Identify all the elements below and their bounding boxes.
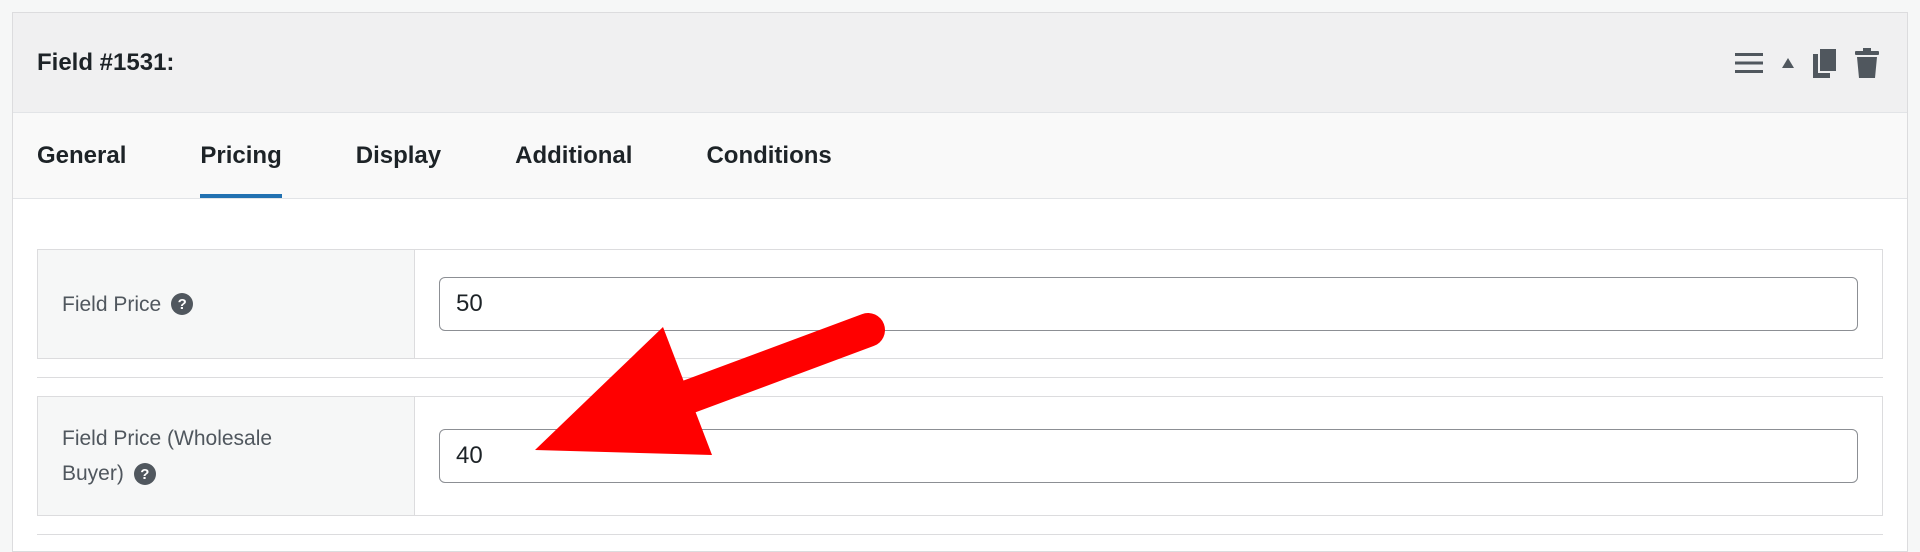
field-price-label: Field Price (62, 292, 162, 316)
field-title: Field #1531: (37, 48, 175, 76)
collapse-triangle-icon[interactable] (1781, 57, 1795, 69)
field-header: Field #1531: (13, 13, 1907, 113)
menu-icon[interactable] (1735, 52, 1763, 74)
header-actions (1735, 13, 1879, 113)
tab-pricing[interactable]: Pricing (200, 113, 283, 198)
wholesale-price-input-cell (415, 397, 1882, 515)
row-divider (37, 534, 1883, 535)
wholesale-price-input[interactable] (439, 429, 1858, 483)
field-price-input-cell (415, 250, 1882, 358)
help-icon[interactable]: ? (133, 463, 156, 486)
wholesale-price-label-line2: Buyer) (62, 462, 124, 485)
field-price-row: Field Price ? (37, 249, 1883, 359)
wholesale-price-label-cell: Field Price (Wholesale Buyer)? (38, 397, 415, 515)
pricing-content: Field Price ? Field Price (Wholesale Buy… (13, 199, 1907, 535)
duplicate-icon[interactable] (1813, 48, 1837, 78)
trash-icon[interactable] (1855, 48, 1879, 78)
field-price-label-cell: Field Price ? (38, 250, 415, 358)
tab-additional[interactable]: Additional (515, 113, 632, 198)
tab-display[interactable]: Display (356, 113, 441, 198)
tab-conditions[interactable]: Conditions (706, 113, 831, 198)
tab-general[interactable]: General (37, 113, 126, 198)
field-panel: Field #1531: General Pricing Display Add… (12, 12, 1908, 552)
wholesale-price-label-line1: Field Price (Wholesale (62, 427, 273, 450)
field-price-input[interactable] (439, 277, 1858, 331)
tab-bar: General Pricing Display Additional Condi… (13, 113, 1907, 199)
help-icon[interactable]: ? (171, 293, 194, 315)
wholesale-price-row: Field Price (Wholesale Buyer)? (37, 396, 1883, 516)
